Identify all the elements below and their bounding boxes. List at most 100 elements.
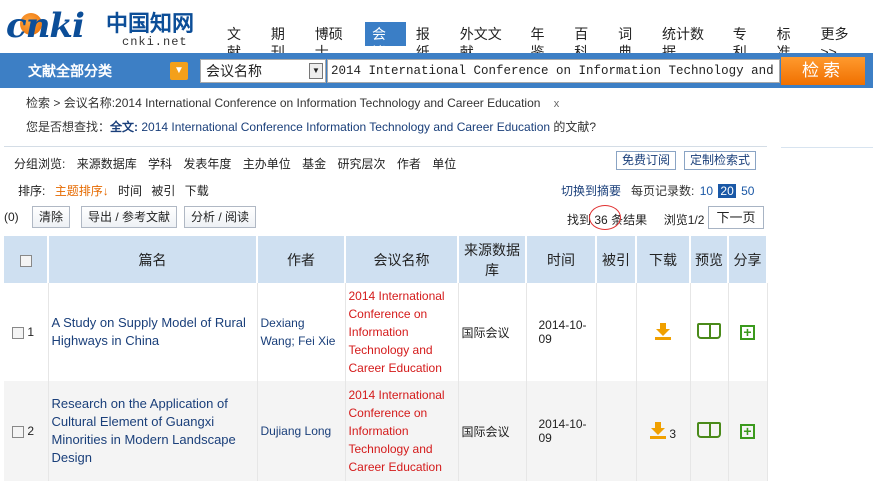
group-item[interactable]: 学科 [148, 157, 172, 171]
found-prefix: 找到 [567, 213, 592, 227]
logo-brand: cnki [6, 6, 85, 46]
header-source[interactable]: 来源数据库 [458, 236, 527, 283]
header-title[interactable]: 篇名 [48, 236, 258, 283]
group-item[interactable]: 研究层次 [337, 157, 385, 171]
subscribe-button[interactable]: 免费订阅 [616, 151, 677, 170]
checkbox-icon[interactable] [12, 425, 24, 438]
analyze-button[interactable]: 分析 / 阅读 [184, 206, 257, 228]
group-label: 分组浏览: [14, 157, 66, 171]
suggestion: 您是否想查找：全文: 2014 International Conference… [26, 118, 596, 135]
nav-item[interactable]: 报纸 [409, 22, 450, 60]
nav-item[interactable]: 年鉴 [523, 22, 564, 60]
view-options: 切换到摘要 每页记录数: 10 20 50 [561, 182, 756, 199]
header-downloads[interactable]: 下载 [636, 236, 691, 283]
header-author[interactable]: 作者 [257, 236, 346, 283]
nav-item[interactable]: 专利 [726, 22, 767, 60]
table-header: 篇名 作者 会议名称 来源数据库 时间 被引 下载 预览 分享 [4, 236, 768, 283]
row-date: 2014-10-09 [526, 283, 597, 381]
dropdown-arrow-icon[interactable]: ▼ [309, 63, 323, 79]
top-bar: cnki 中国知网 cnki.net 文献 期刊 博硕士 会议 报纸 外文文献 … [0, 0, 873, 60]
group-item[interactable]: 作者 [397, 157, 421, 171]
switch-abstract[interactable]: 切换到摘要 [561, 184, 621, 198]
export-button[interactable]: 导出 / 参考文献 [81, 206, 178, 228]
header-select-all[interactable] [4, 236, 49, 283]
sort-cited[interactable]: 被引 [151, 184, 175, 198]
nav-item[interactable]: 期刊 [264, 22, 305, 60]
suggest-label: 全文: [110, 120, 139, 134]
table-row: 1 A Study on Supply Model of Rural Highw… [4, 283, 768, 381]
nav-item[interactable]: 统计数据 [655, 22, 723, 60]
browse-page: 浏览1/2 [663, 213, 705, 227]
sort-row: 排序: 主题排序↓ 时间 被引 下载 [18, 182, 215, 199]
row-cited [596, 381, 637, 481]
nav-item[interactable]: 标准 [770, 22, 811, 60]
book-preview-icon[interactable] [697, 322, 721, 339]
header-conference[interactable]: 会议名称 [345, 236, 459, 283]
checkbox-icon[interactable] [12, 326, 24, 339]
cnki-logo[interactable]: cnki 中国知网 cnki.net [6, 4, 206, 50]
row-title[interactable]: Research on the Application of Cultural … [52, 396, 236, 465]
group-item[interactable]: 发表年度 [183, 157, 231, 171]
row-source: 国际会议 [458, 381, 527, 481]
logo-domain: cnki.net [122, 35, 188, 49]
row-authors[interactable]: Dexiang Wang; Fei Xie [261, 316, 336, 348]
sort-label: 排序: [18, 184, 46, 198]
header-cited[interactable]: 被引 [596, 236, 637, 283]
row-conference[interactable]: 2014 International Conference on Informa… [349, 388, 445, 474]
row-conference[interactable]: 2014 International Conference on Informa… [349, 289, 445, 375]
suggest-prefix: 您是否想查找： [26, 120, 111, 134]
suggest-link[interactable]: 2014 International Conference Informatio… [141, 120, 550, 134]
nav-item[interactable]: 词典 [611, 22, 652, 60]
highlight-circle [589, 205, 621, 230]
nav-item[interactable]: 百科 [567, 22, 608, 60]
row-number: 2 [27, 424, 35, 438]
group-item[interactable]: 单位 [432, 157, 456, 171]
search-input[interactable]: 2014 International Conference on Informa… [327, 59, 780, 83]
category-select[interactable]: 文献全部分类 ▼ [6, 58, 192, 84]
share-plus-icon[interactable]: + [740, 324, 755, 340]
perpage-label: 每页记录数: [631, 184, 695, 198]
nav-item[interactable]: 文献 [220, 22, 261, 60]
group-browse: 分组浏览: 来源数据库 学科 发表年度 主办单位 基金 研究层次 作者 单位 [14, 155, 464, 172]
nav-item-active[interactable]: 会议 [365, 22, 406, 60]
search-button[interactable]: 检索 [781, 57, 865, 85]
next-page-button[interactable]: 下一页 [708, 206, 764, 229]
perpage-20[interactable]: 20 [718, 184, 736, 198]
result-count: 找到 36 条结果 浏览1/2 [567, 211, 704, 228]
row-title[interactable]: A Study on Supply Model of Rural Highway… [52, 315, 246, 348]
breadcrumb-home[interactable]: 检索 [26, 96, 50, 110]
row-source: 国际会议 [458, 283, 527, 381]
nav-more[interactable]: 更多>> [813, 22, 870, 60]
perpage-50[interactable]: 50 [739, 184, 756, 198]
download-icon[interactable] [649, 421, 666, 439]
dropdown-arrow-icon[interactable]: ▼ [170, 62, 188, 80]
sort-time[interactable]: 时间 [118, 184, 142, 198]
share-plus-icon[interactable]: + [740, 423, 755, 439]
breadcrumb: 检索 > 会议名称:2014 International Conference … [26, 94, 559, 111]
checkbox-icon[interactable] [19, 254, 32, 267]
group-item[interactable]: 来源数据库 [77, 157, 137, 171]
row-date: 2014-10-09 [526, 381, 597, 481]
row-authors[interactable]: Dujiang Long [261, 424, 332, 438]
nav-item[interactable]: 外文文献 [453, 22, 521, 60]
nav-item[interactable]: 博硕士 [308, 22, 362, 60]
category-label: 文献全部分类 [28, 63, 112, 79]
table-row: 2 Research on the Application of Cultura… [4, 381, 768, 481]
search-bar: 文献全部分类 ▼ 会议名称 ▼ 2014 International Confe… [0, 53, 873, 88]
book-preview-icon[interactable] [697, 421, 721, 438]
search-field-select[interactable]: 会议名称 ▼ [200, 59, 326, 83]
breadcrumb-item: 会议名称:2014 International Conference on In… [63, 96, 541, 110]
clear-button[interactable]: 清除 [32, 206, 71, 228]
sort-download[interactable]: 下载 [185, 184, 209, 198]
custom-query-button[interactable]: 定制检索式 [684, 151, 757, 170]
download-icon[interactable] [655, 322, 671, 340]
row-downloads: 3 [669, 426, 677, 441]
close-icon[interactable]: x [554, 98, 560, 110]
breadcrumb-sep: > [53, 96, 61, 110]
group-item[interactable]: 主办单位 [243, 157, 291, 171]
results-table: 篇名 作者 会议名称 来源数据库 时间 被引 下载 预览 分享 1 A Stud… [4, 236, 768, 481]
group-item[interactable]: 基金 [302, 157, 326, 171]
sort-topic[interactable]: 主题排序↓ [55, 184, 109, 198]
perpage-10[interactable]: 10 [698, 184, 715, 198]
header-date[interactable]: 时间 [526, 236, 597, 283]
